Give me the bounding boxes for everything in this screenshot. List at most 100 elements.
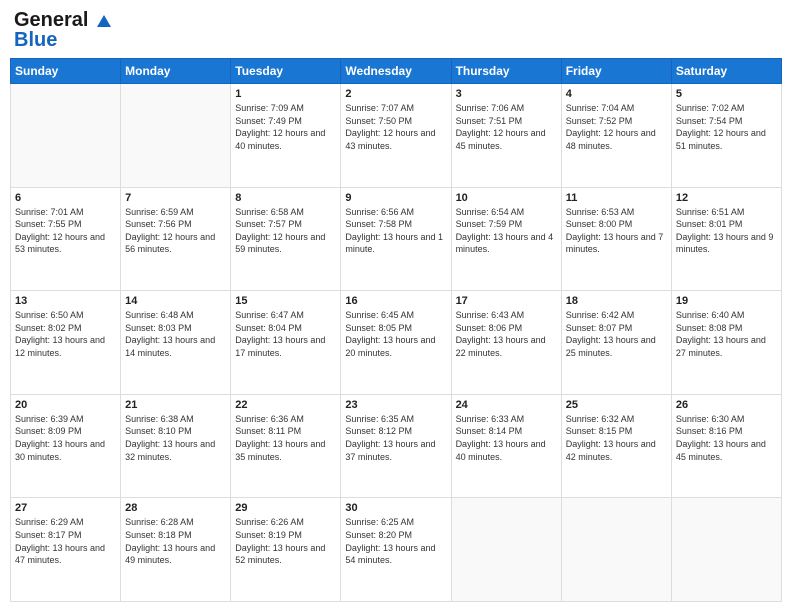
calendar-cell: 26Sunrise: 6:30 AMSunset: 8:16 PMDayligh…: [671, 394, 781, 498]
calendar-cell: 28 Sunrise: 6:28 AMSunset: 8:18 PMDayligh…: [121, 498, 231, 602]
day-number: 9: [345, 192, 446, 204]
day-info: Sunrise: 6:59 AMSunset: 7:56 PMDaylight:…: [125, 206, 226, 256]
day-number: 21: [125, 399, 226, 411]
day-info: Sunrise: 6:58 AMSunset: 7:57 PMDaylight:…: [235, 206, 336, 256]
day-info: Sunrise: 6:47 AMSunset: 8:04 PMDaylight:…: [235, 309, 336, 359]
weekday-header-tuesday: Tuesday: [231, 59, 341, 84]
week-row-0: 1 Sunrise: 7:09 AMSunset: 7:49 PMDaylight…: [11, 84, 782, 188]
day-info: Sunrise: 6:39 AMSunset: 8:09 PMDaylight:…: [15, 413, 116, 463]
day-number: 12: [676, 192, 777, 204]
day-number: 29: [235, 502, 336, 514]
weekday-header-thursday: Thursday: [451, 59, 561, 84]
calendar-table: SundayMondayTuesdayWednesdayThursdayFrid…: [10, 58, 782, 602]
day-number: 13: [15, 295, 116, 307]
calendar-cell: 17 Sunrise: 6:43 AMSunset: 8:06 PMDayligh…: [451, 291, 561, 395]
day-info: Sunrise: 7:01 AMSunset: 7:55 PMDaylight:…: [15, 206, 116, 256]
calendar-cell: 24Sunrise: 6:33 AMSunset: 8:14 PMDayligh…: [451, 394, 561, 498]
calendar-cell: 1 Sunrise: 7:09 AMSunset: 7:49 PMDaylight…: [231, 84, 341, 188]
day-number: 15: [235, 295, 336, 307]
day-number: 23: [345, 399, 446, 411]
day-info: Sunrise: 7:02 AMSunset: 7:54 PMDaylight:…: [676, 102, 777, 152]
calendar-cell: 20 Sunrise: 6:39 AMSunset: 8:09 PMDayligh…: [11, 394, 121, 498]
week-row-3: 20 Sunrise: 6:39 AMSunset: 8:09 PMDayligh…: [11, 394, 782, 498]
weekday-row: SundayMondayTuesdayWednesdayThursdayFrid…: [11, 59, 782, 84]
calendar-cell: 4 Sunrise: 7:04 AMSunset: 7:52 PMDaylight…: [561, 84, 671, 188]
day-number: 5: [676, 88, 777, 100]
week-row-4: 27Sunrise: 6:29 AMSunset: 8:17 PMDayligh…: [11, 498, 782, 602]
day-number: 11: [566, 192, 667, 204]
calendar-cell: 21Sunrise: 6:38 AMSunset: 8:10 PMDayligh…: [121, 394, 231, 498]
calendar-cell: 2 Sunrise: 7:07 AMSunset: 7:50 PMDaylight…: [341, 84, 451, 188]
weekday-header-monday: Monday: [121, 59, 231, 84]
day-info: Sunrise: 6:54 AMSunset: 7:59 PMDaylight:…: [456, 206, 557, 256]
logo-triangle-icon: [97, 15, 111, 27]
logo: General Blue: [14, 10, 111, 50]
day-info: Sunrise: 7:07 AMSunset: 7:50 PMDaylight:…: [345, 102, 446, 152]
day-info: Sunrise: 6:28 AMSunset: 8:18 PMDaylight:…: [125, 516, 226, 566]
day-number: 14: [125, 295, 226, 307]
weekday-header-friday: Friday: [561, 59, 671, 84]
week-row-1: 6 Sunrise: 7:01 AMSunset: 7:55 PMDaylight…: [11, 187, 782, 291]
calendar-cell: 29Sunrise: 6:26 AMSunset: 8:19 PMDayligh…: [231, 498, 341, 602]
day-number: 1: [235, 88, 336, 100]
day-info: Sunrise: 6:30 AMSunset: 8:16 PMDaylight:…: [676, 413, 777, 463]
calendar-cell: 12 Sunrise: 6:51 AMSunset: 8:01 PMDayligh…: [671, 187, 781, 291]
header: General Blue: [10, 10, 782, 50]
calendar-cell: 10 Sunrise: 6:54 AMSunset: 7:59 PMDayligh…: [451, 187, 561, 291]
calendar-cell: [561, 498, 671, 602]
calendar-cell: 25Sunrise: 6:32 AMSunset: 8:15 PMDayligh…: [561, 394, 671, 498]
week-row-2: 13 Sunrise: 6:50 AMSunset: 8:02 PMDayligh…: [11, 291, 782, 395]
day-info: Sunrise: 6:50 AMSunset: 8:02 PMDaylight:…: [15, 309, 116, 359]
day-info: Sunrise: 7:06 AMSunset: 7:51 PMDaylight:…: [456, 102, 557, 152]
calendar-cell: [671, 498, 781, 602]
day-info: Sunrise: 6:42 AMSunset: 8:07 PMDaylight:…: [566, 309, 667, 359]
day-number: 10: [456, 192, 557, 204]
day-info: Sunrise: 6:36 AMSunset: 8:11 PMDaylight:…: [235, 413, 336, 463]
calendar-header: SundayMondayTuesdayWednesdayThursdayFrid…: [11, 59, 782, 84]
weekday-header-saturday: Saturday: [671, 59, 781, 84]
calendar-cell: 9 Sunrise: 6:56 AMSunset: 7:58 PMDaylight…: [341, 187, 451, 291]
day-info: Sunrise: 7:09 AMSunset: 7:49 PMDaylight:…: [235, 102, 336, 152]
day-info: Sunrise: 6:45 AMSunset: 8:05 PMDaylight:…: [345, 309, 446, 359]
day-number: 28: [125, 502, 226, 514]
day-number: 2: [345, 88, 446, 100]
day-info: Sunrise: 6:40 AMSunset: 8:08 PMDaylight:…: [676, 309, 777, 359]
calendar-cell: 5 Sunrise: 7:02 AMSunset: 7:54 PMDaylight…: [671, 84, 781, 188]
calendar-cell: 22 Sunrise: 6:36 AMSunset: 8:11 PMDayligh…: [231, 394, 341, 498]
day-number: 6: [15, 192, 116, 204]
day-number: 19: [676, 295, 777, 307]
calendar-cell: 18 Sunrise: 6:42 AMSunset: 8:07 PMDayligh…: [561, 291, 671, 395]
day-info: Sunrise: 6:35 AMSunset: 8:12 PMDaylight:…: [345, 413, 446, 463]
calendar-cell: 6 Sunrise: 7:01 AMSunset: 7:55 PMDaylight…: [11, 187, 121, 291]
day-number: 4: [566, 88, 667, 100]
calendar-cell: [121, 84, 231, 188]
calendar-cell: [11, 84, 121, 188]
day-number: 3: [456, 88, 557, 100]
day-info: Sunrise: 6:43 AMSunset: 8:06 PMDaylight:…: [456, 309, 557, 359]
calendar-cell: [451, 498, 561, 602]
weekday-header-sunday: Sunday: [11, 59, 121, 84]
day-number: 24: [456, 399, 557, 411]
day-number: 8: [235, 192, 336, 204]
day-info: Sunrise: 7:04 AMSunset: 7:52 PMDaylight:…: [566, 102, 667, 152]
calendar-cell: 14 Sunrise: 6:48 AMSunset: 8:03 PMDayligh…: [121, 291, 231, 395]
day-number: 17: [456, 295, 557, 307]
day-number: 20: [15, 399, 116, 411]
calendar-cell: 15 Sunrise: 6:47 AMSunset: 8:04 PMDayligh…: [231, 291, 341, 395]
weekday-header-wednesday: Wednesday: [341, 59, 451, 84]
calendar-body: 1 Sunrise: 7:09 AMSunset: 7:49 PMDaylight…: [11, 84, 782, 602]
day-info: Sunrise: 6:48 AMSunset: 8:03 PMDaylight:…: [125, 309, 226, 359]
calendar-cell: 30Sunrise: 6:25 AMSunset: 8:20 PMDayligh…: [341, 498, 451, 602]
day-number: 22: [235, 399, 336, 411]
day-number: 16: [345, 295, 446, 307]
calendar-cell: 13 Sunrise: 6:50 AMSunset: 8:02 PMDayligh…: [11, 291, 121, 395]
day-info: Sunrise: 6:51 AMSunset: 8:01 PMDaylight:…: [676, 206, 777, 256]
day-info: Sunrise: 6:56 AMSunset: 7:58 PMDaylight:…: [345, 206, 446, 256]
day-number: 25: [566, 399, 667, 411]
calendar-cell: 7Sunrise: 6:59 AMSunset: 7:56 PMDaylight…: [121, 187, 231, 291]
day-number: 30: [345, 502, 446, 514]
day-number: 18: [566, 295, 667, 307]
day-info: Sunrise: 6:29 AMSunset: 8:17 PMDaylight:…: [15, 516, 116, 566]
calendar-cell: 16 Sunrise: 6:45 AMSunset: 8:05 PMDayligh…: [341, 291, 451, 395]
calendar-cell: 3 Sunrise: 7:06 AMSunset: 7:51 PMDaylight…: [451, 84, 561, 188]
